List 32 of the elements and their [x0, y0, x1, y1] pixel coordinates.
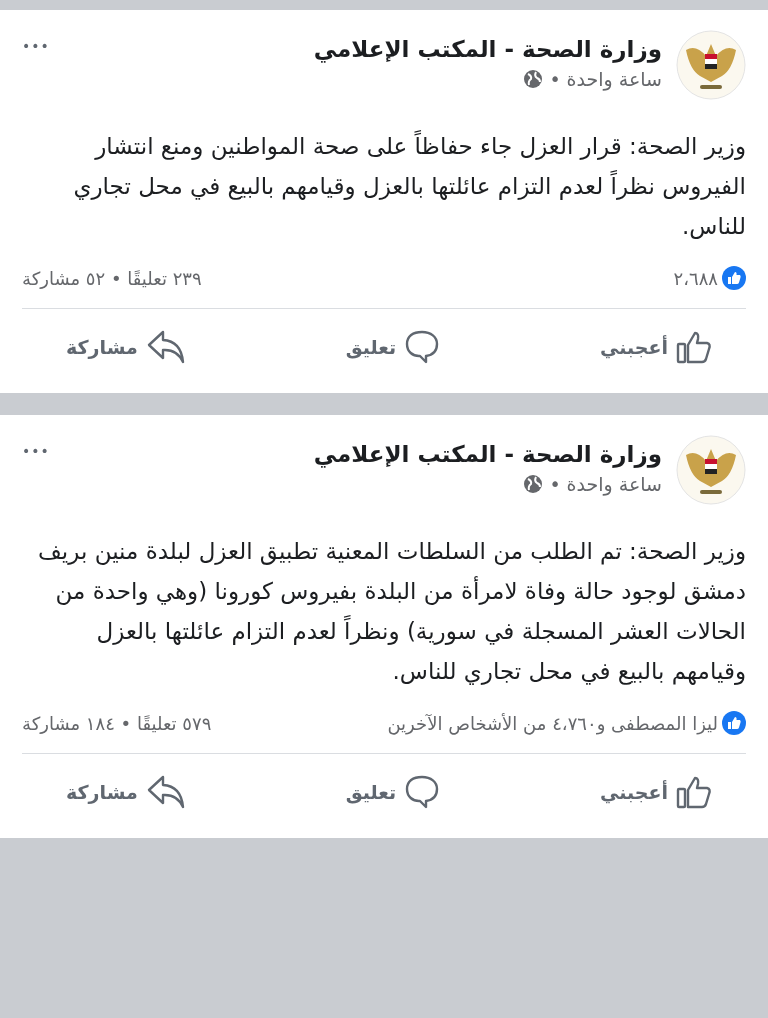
post-text: وزير الصحة: قرار العزل جاء حفاظاً على صحة المواطنين ومنع انتشار الفيروس نظراً لعدم التزام عائلتها بالعزل وقيامهم بالبيع في محل تجاري للناس.: [22, 126, 746, 246]
separator-dot: •: [549, 473, 561, 495]
eagle-emblem-icon: [676, 435, 746, 505]
thumbs-up-icon: [676, 775, 712, 809]
like-button[interactable]: أعجبني: [596, 770, 716, 814]
share-arrow-icon: [145, 774, 186, 810]
share-button[interactable]: مشاركة: [62, 325, 190, 369]
post-time[interactable]: ساعة واحدة: [566, 473, 662, 495]
post-text: وزير الصحة: تم الطلب من السلطات المعنية تطبيق العزل لبلدة منين بريف دمشق لوجود حالة وفاة لامرأة من البلدة بفيروس كورونا (وهي واحدة من الحالات العشر المسجلة في سورية) ونظراً لعدم التزام عائلتها بالعزل وقيامهم بالبيع في محل تجاري للناس.: [37, 537, 746, 687]
comment-button[interactable]: تعليق: [341, 325, 445, 369]
speech-bubble-icon: [404, 329, 441, 365]
comment-share-count[interactable]: ٥٧٩ تعليقًا • ١٨٤ مشاركة: [22, 712, 212, 734]
reaction-count[interactable]: ٢،٦٨٨: [673, 267, 718, 289]
globe-icon: [523, 474, 544, 494]
page-name[interactable]: وزارة الصحة - المكتب الإعلامي: [63, 441, 662, 467]
page-name[interactable]: وزارة الصحة - المكتب الإعلامي: [63, 36, 662, 62]
comment-button[interactable]: تعليق: [341, 770, 445, 814]
share-arrow-icon: [145, 329, 186, 365]
globe-icon: [523, 69, 544, 89]
post-time[interactable]: ساعة واحدة: [566, 68, 662, 90]
share-button[interactable]: مشاركة: [62, 770, 190, 814]
separator-dot: •: [549, 68, 561, 90]
reaction-count[interactable]: ليزا المصطفى و٤،٧٦٠ من الأشخاص الآخرين: [387, 712, 718, 734]
speech-bubble-icon: [404, 774, 441, 810]
like-button[interactable]: أعجبني: [596, 325, 716, 369]
thumbs-up-icon: [676, 330, 712, 364]
comment-share-count[interactable]: ٢٣٩ تعليقًا • ٥٢ مشاركة: [22, 267, 202, 289]
more-options-button[interactable]: •••: [22, 30, 50, 54]
like-badge-icon: [722, 711, 746, 735]
eagle-emblem-icon: [676, 30, 746, 100]
like-badge-icon: [722, 266, 746, 290]
more-options-button[interactable]: •••: [22, 435, 50, 459]
